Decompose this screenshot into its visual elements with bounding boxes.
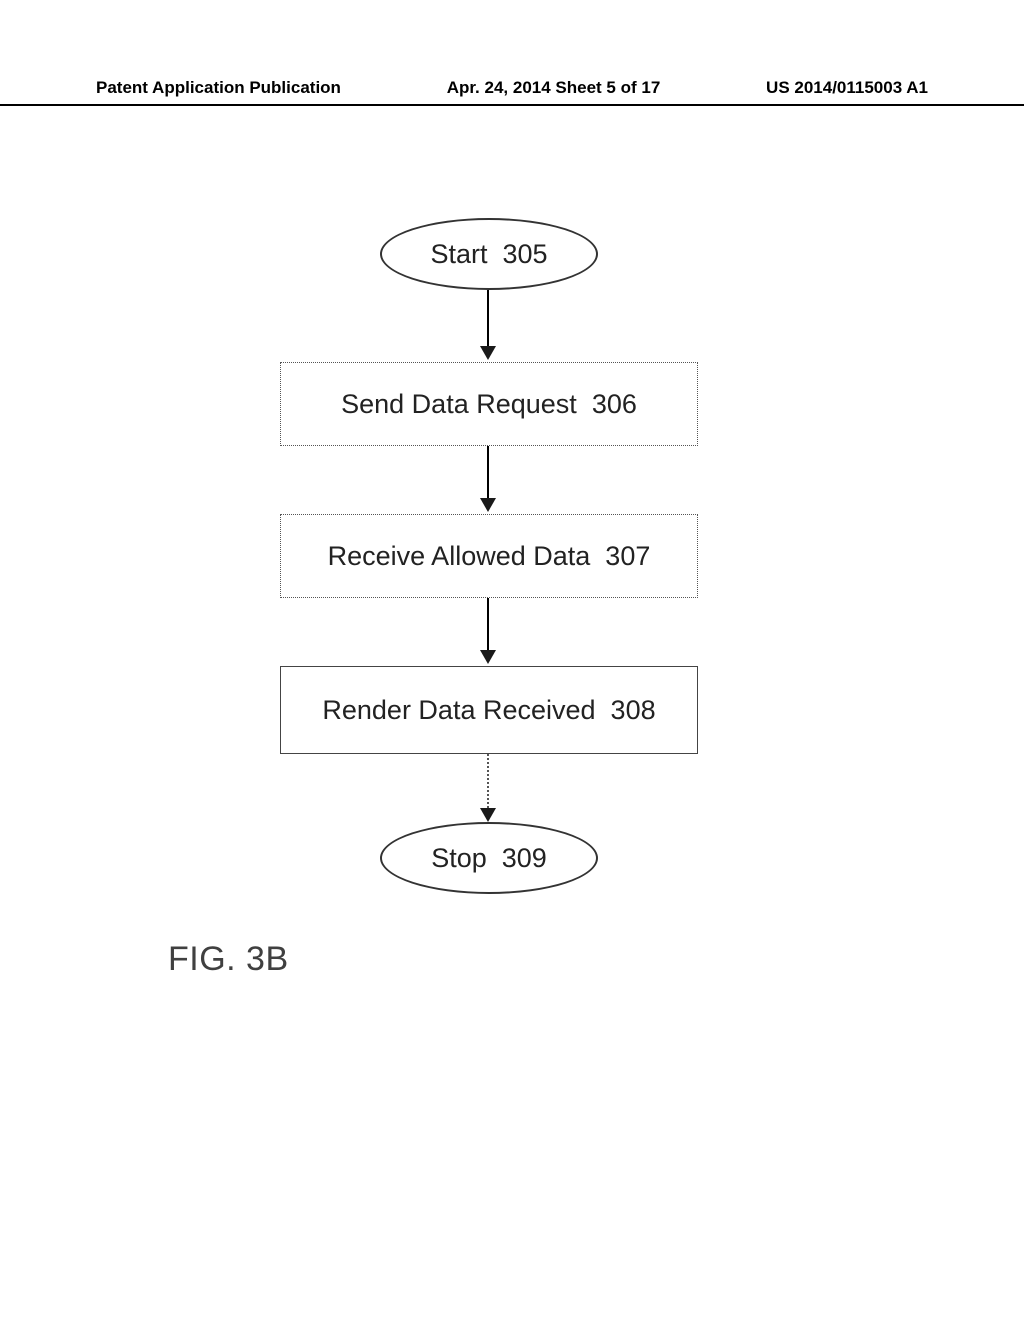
stop-text: Stop: [431, 843, 487, 873]
start-num: 305: [502, 239, 547, 269]
header-right: US 2014/0115003 A1: [766, 78, 928, 98]
step-send-data-request: Send Data Request 306: [280, 362, 698, 446]
stop-num: 309: [502, 843, 547, 873]
step3-label: Render Data Received 308: [322, 695, 655, 726]
step3-text: Render Data Received: [322, 695, 595, 725]
start-terminal: Start 305: [380, 218, 598, 290]
stop-terminal: Stop 309: [380, 822, 598, 894]
patent-page: Patent Application Publication Apr. 24, …: [0, 0, 1024, 1320]
step-receive-allowed-data: Receive Allowed Data 307: [280, 514, 698, 598]
page-header: Patent Application Publication Apr. 24, …: [0, 78, 1024, 106]
figure-label: FIG. 3B: [168, 940, 289, 979]
start-label: Start 305: [430, 239, 547, 270]
step1-text: Send Data Request: [341, 389, 577, 419]
step-render-data-received: Render Data Received 308: [280, 666, 698, 754]
step3-num: 308: [611, 695, 656, 725]
start-text: Start: [430, 239, 487, 269]
step2-label: Receive Allowed Data 307: [328, 541, 651, 572]
header-center: Apr. 24, 2014 Sheet 5 of 17: [447, 78, 661, 98]
header-left: Patent Application Publication: [96, 78, 341, 98]
step2-num: 307: [605, 541, 650, 571]
step1-label: Send Data Request 306: [341, 389, 637, 420]
step2-text: Receive Allowed Data: [328, 541, 591, 571]
step1-num: 306: [592, 389, 637, 419]
stop-label: Stop 309: [431, 843, 547, 874]
